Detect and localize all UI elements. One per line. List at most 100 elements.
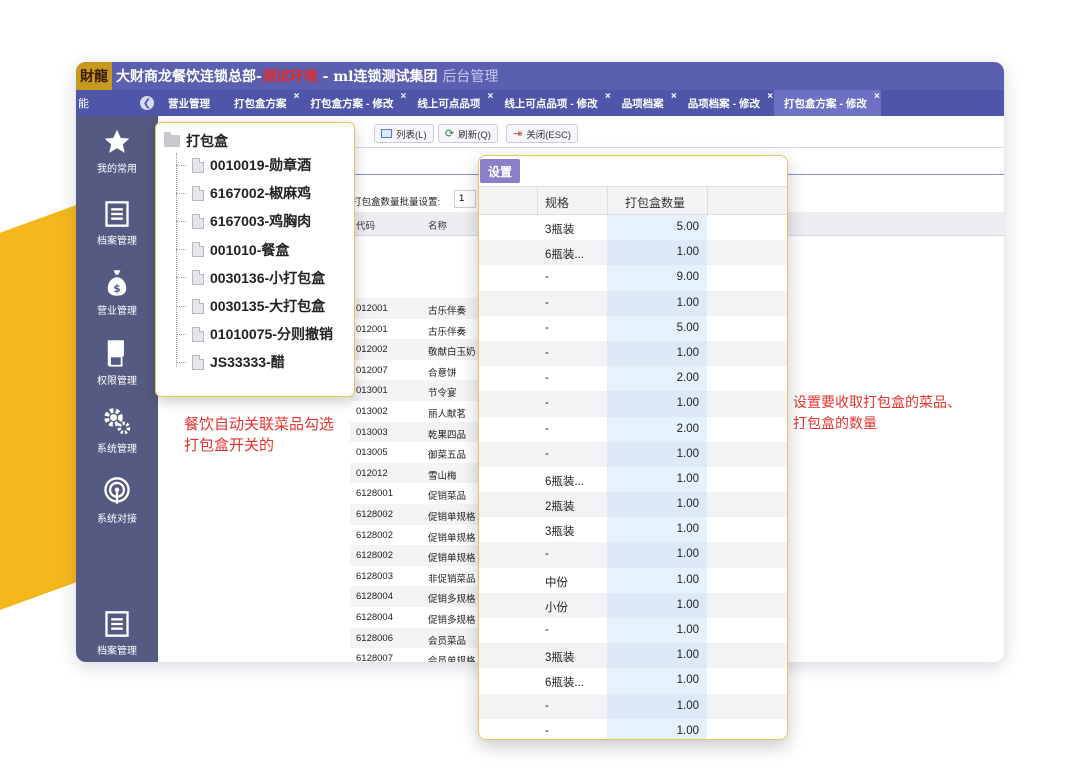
tree-node[interactable]: 0030135-大打包盒: [176, 294, 325, 318]
sidebar-item-business[interactable]: $ 营业管理: [76, 268, 158, 317]
close-icon[interactable]: ×: [874, 91, 880, 102]
close-button[interactable]: ⇥ 关闭(ESC): [506, 124, 579, 143]
tab-item[interactable]: 打包盒方案 - 修改 ×: [301, 90, 408, 116]
tree-node[interactable]: 0030136-小打包盒: [176, 266, 325, 290]
cell-qty[interactable]: 2.00: [607, 372, 699, 384]
settings-row[interactable]: - 1.00: [479, 542, 787, 568]
batch-qty-input[interactable]: 1: [454, 190, 476, 208]
cell-qty[interactable]: 1.00: [607, 599, 699, 611]
sidebar-item-integration[interactable]: 系统对接: [76, 476, 158, 525]
file-icon: [192, 157, 204, 173]
table-row[interactable]: 012002 敬献白玉奶: [350, 339, 490, 360]
settings-row[interactable]: - 1.00: [479, 340, 787, 367]
table-row[interactable]: 6128001 促销菜品: [350, 483, 490, 504]
table-row[interactable]: 013003 乾果四品: [350, 421, 490, 443]
close-icon[interactable]: ×: [671, 91, 677, 102]
table-row[interactable]: 6128007 会员单规格: [350, 648, 490, 662]
tree-node[interactable]: 01010075-分则撤销: [176, 322, 333, 346]
tab-item[interactable]: 打包盒方案 - 修改 ×: [774, 90, 881, 116]
table-row[interactable]: 013005 御菜五品: [350, 442, 490, 463]
table-row[interactable]: 6128004 促销多规格: [350, 586, 490, 607]
settings-row[interactable]: - 1.00: [479, 290, 787, 316]
tab-item[interactable]: 打包盒方案 ×: [224, 90, 301, 116]
sidebar-item-system[interactable]: 系统管理: [76, 406, 158, 455]
menu-collapse-area[interactable]: 能 ❮: [76, 90, 158, 116]
tree-node[interactable]: 6167003-鸡胸肉: [176, 209, 311, 233]
settings-row[interactable]: - 1.00: [479, 693, 787, 719]
settings-row[interactable]: - 1.00: [479, 618, 787, 644]
tab-item[interactable]: 品项档案 ×: [612, 90, 678, 116]
cell-qty[interactable]: 1.00: [607, 649, 699, 661]
settings-tab[interactable]: 设置: [480, 159, 521, 183]
list-button[interactable]: 列表(L): [374, 124, 434, 143]
settings-row[interactable]: - 2.00: [479, 366, 787, 392]
tree-root[interactable]: 打包盒: [164, 131, 228, 151]
cell-qty[interactable]: 5.00: [607, 221, 699, 233]
table-row[interactable]: 012007 合意饼: [350, 360, 490, 381]
settings-row[interactable]: - 5.00: [479, 315, 787, 341]
cell-qty[interactable]: 1.00: [607, 674, 699, 686]
collapse-icon[interactable]: ❮: [140, 96, 154, 110]
table-row[interactable]: 6128002 促销单规格: [350, 525, 490, 546]
tab-item[interactable]: 线上可点品项 - 修改 ×: [494, 90, 611, 116]
cell-qty[interactable]: 1.00: [607, 473, 699, 485]
settings-row[interactable]: - 2.00: [479, 416, 787, 442]
close-icon[interactable]: ×: [767, 91, 773, 102]
close-icon[interactable]: ×: [294, 91, 300, 102]
cell-qty[interactable]: 1.00: [607, 574, 699, 586]
cell-qty[interactable]: 1.00: [607, 624, 699, 636]
stage: 財龍 大财商龙餐饮连锁总部-测试环境 - ml连锁测试集团 后台管理 能 ❮ 营…: [0, 0, 1080, 783]
cell-qty[interactable]: 9.00: [607, 271, 699, 283]
tab-item[interactable]: 品项档案 - 修改 ×: [678, 90, 774, 116]
cell-qty[interactable]: 1.00: [607, 523, 699, 535]
cell-qty[interactable]: 1.00: [607, 297, 699, 309]
cell-qty[interactable]: 1.00: [607, 548, 699, 560]
settings-row[interactable]: 3瓶装 1.00: [479, 517, 787, 543]
sidebar-item-archives[interactable]: 档案管理: [76, 200, 158, 247]
settings-row[interactable]: 3瓶装 5.00: [479, 215, 787, 241]
cell-qty[interactable]: 2.00: [607, 423, 699, 435]
settings-row[interactable]: 6瓶装... 1.00: [479, 668, 787, 694]
cell-qty[interactable]: 1.00: [607, 397, 699, 409]
close-icon[interactable]: ×: [605, 91, 611, 102]
cell-qty[interactable]: 1.00: [607, 725, 699, 737]
table-row[interactable]: 6128004 促销多规格: [350, 607, 490, 628]
settings-row[interactable]: 6瓶装... 1.00: [479, 240, 787, 266]
tree-node[interactable]: 001010-餐盒: [176, 238, 289, 262]
cell-qty[interactable]: 1.00: [607, 448, 699, 460]
table-row[interactable]: 6128006 会员菜品: [350, 627, 490, 649]
table-row[interactable]: 6128002 促销单规格: [350, 503, 490, 525]
settings-row[interactable]: - 9.00: [479, 265, 787, 291]
settings-row[interactable]: 2瓶装 1.00: [479, 492, 787, 518]
cell-qty[interactable]: 1.00: [607, 246, 699, 258]
cell-qty[interactable]: 1.00: [607, 700, 699, 712]
settings-row[interactable]: - 1.00: [479, 718, 787, 739]
table-row[interactable]: 013002 丽人献茗: [350, 401, 490, 422]
sidebar-item-permissions[interactable]: 权限管理: [76, 338, 158, 387]
settings-row[interactable]: - 1.00: [479, 441, 787, 467]
sidebar-item-archives-bottom[interactable]: 档案管理: [76, 610, 158, 657]
table-row[interactable]: 012012 雪山梅: [350, 462, 490, 484]
table-row[interactable]: 6128002 促销单规格: [350, 545, 490, 566]
settings-row[interactable]: 小份 1.00: [479, 592, 787, 618]
tree-node[interactable]: 6167002-椒麻鸡: [176, 181, 311, 205]
table-row[interactable]: 013001 节令宴: [350, 380, 490, 401]
table-row[interactable]: 012001 古乐伴奏: [350, 319, 490, 340]
settings-row[interactable]: 6瓶装... 1.00: [479, 466, 787, 493]
tree-node[interactable]: 0010019-勋章酒: [176, 153, 311, 177]
table-row[interactable]: 012001 古乐伴奏: [350, 298, 490, 319]
close-icon[interactable]: ×: [488, 91, 494, 102]
settings-row[interactable]: - 1.00: [479, 391, 787, 417]
settings-row[interactable]: 3瓶装 1.00: [479, 643, 787, 669]
tab-item[interactable]: 线上可点品项 ×: [407, 90, 494, 116]
settings-row[interactable]: 中份 1.00: [479, 567, 787, 593]
cell-qty[interactable]: 1.00: [607, 498, 699, 510]
cell-qty[interactable]: 5.00: [607, 322, 699, 334]
sidebar-item-favorites[interactable]: 我的常用: [76, 128, 158, 175]
refresh-button[interactable]: ⟳ 刷新(Q): [438, 124, 498, 143]
cell-qty[interactable]: 1.00: [607, 347, 699, 359]
table-row[interactable]: 6128003 非促销菜品: [350, 566, 490, 587]
close-icon[interactable]: ×: [401, 91, 407, 102]
tree-node[interactable]: JS33333-醋: [176, 350, 285, 374]
tab-item[interactable]: 营业管理: [158, 90, 224, 116]
